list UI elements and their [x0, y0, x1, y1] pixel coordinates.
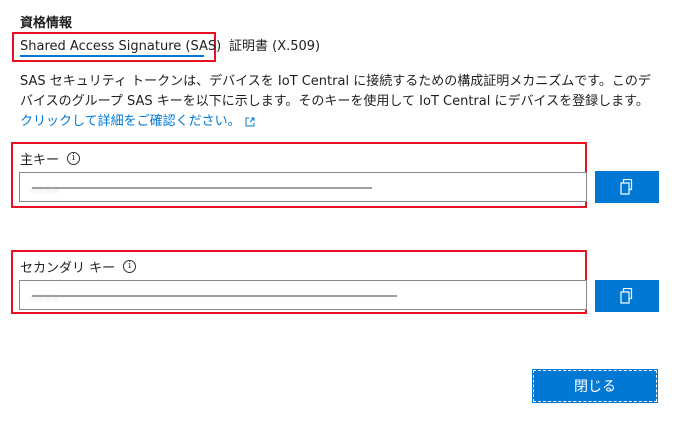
copy-icon: [620, 288, 633, 304]
description-text: SAS セキュリティ トークンは、デバイスを IoT Central に接続する…: [20, 74, 651, 109]
learn-more-link-label: クリックして詳細をご確認ください。: [20, 114, 241, 129]
secondary-key-field: セカンダリ キー i ....: [11, 250, 587, 314]
primary-key-field: 主キー i ....: [11, 142, 587, 208]
secondary-key-input[interactable]: ....: [19, 280, 587, 310]
external-link-icon: [245, 117, 255, 126]
copy-primary-key-button[interactable]: [595, 171, 659, 203]
redaction-mark: [32, 295, 397, 297]
learn-more-link[interactable]: クリックして詳細をご確認ください。: [20, 114, 255, 129]
close-button[interactable]: 閉じる: [532, 369, 658, 403]
primary-key-input[interactable]: ....: [19, 172, 587, 202]
tab-sas[interactable]: Shared Access Signature (SAS): [12, 32, 221, 62]
tab-selected-indicator: [20, 55, 204, 57]
redaction-mark: [32, 187, 372, 189]
credentials-heading: 資格情報: [20, 16, 73, 31]
secondary-key-label-row: セカンダリ キー i: [20, 257, 137, 276]
copy-icon: [620, 179, 633, 195]
sas-description: SAS セキュリティ トークンは、デバイスを IoT Central に接続する…: [20, 72, 660, 132]
primary-key-label-row: 主キー i: [20, 149, 81, 168]
primary-key-label: 主キー: [20, 153, 60, 168]
secondary-key-label: セカンダリ キー: [20, 261, 116, 276]
tab-x509[interactable]: 証明書 (X.509): [229, 32, 320, 62]
info-icon[interactable]: i: [123, 260, 137, 273]
info-icon[interactable]: i: [67, 152, 81, 165]
tab-sas-label: Shared Access Signature (SAS): [20, 39, 222, 54]
copy-secondary-key-button[interactable]: [595, 280, 659, 312]
